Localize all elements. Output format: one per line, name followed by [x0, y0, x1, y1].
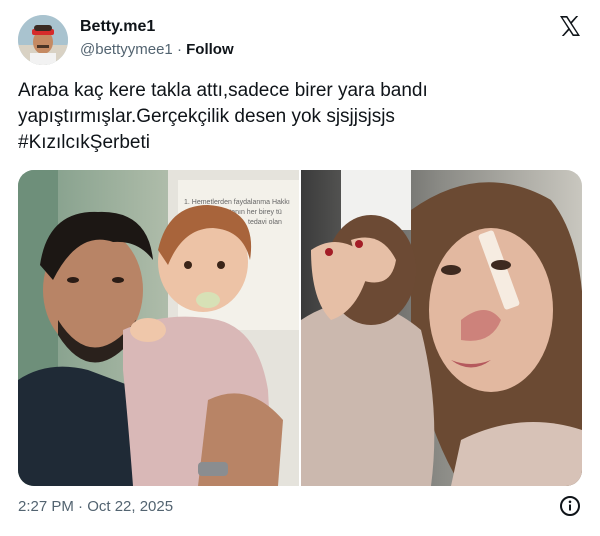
tweet-timestamp[interactable]: 2:27 PM · Oct 22, 2025: [18, 498, 173, 515]
follow-button[interactable]: Follow: [186, 41, 234, 58]
author-handle-row: @bettyymee1 · Follow: [80, 41, 234, 58]
poster-text: tedavi olan: [248, 219, 282, 226]
poster-text: 1. Hemetlerden faydalanma Hakkı: [184, 199, 290, 206]
tweet-media[interactable]: 1. Hemetlerden faydalanma Hakkı hastanın…: [18, 170, 582, 486]
avatar[interactable]: [18, 15, 68, 65]
separator-dot: ·: [176, 41, 182, 58]
photo-man-holding-baby[interactable]: 1. Hemetlerden faydalanma Hakkı hastanın…: [18, 170, 299, 486]
author-display-name[interactable]: Betty.me1: [80, 18, 155, 36]
tweet-text-line: yapıştırmışlar.Gerçekçilik desen yok sjs…: [18, 106, 395, 127]
x-logo-icon[interactable]: [558, 14, 582, 38]
author-handle[interactable]: @bettyymee1: [80, 41, 173, 58]
info-icon[interactable]: [559, 495, 581, 517]
tweet-text: Araba kaç kere takla attı,sadece birer y…: [18, 78, 584, 156]
tweet-text-line: Araba kaç kere takla attı,sadece birer y…: [18, 80, 428, 101]
avatar-image: [18, 15, 68, 65]
photo-woman-embracing-baby[interactable]: [301, 170, 582, 486]
hashtag-link[interactable]: #KızılcıkŞerbeti: [18, 130, 584, 156]
